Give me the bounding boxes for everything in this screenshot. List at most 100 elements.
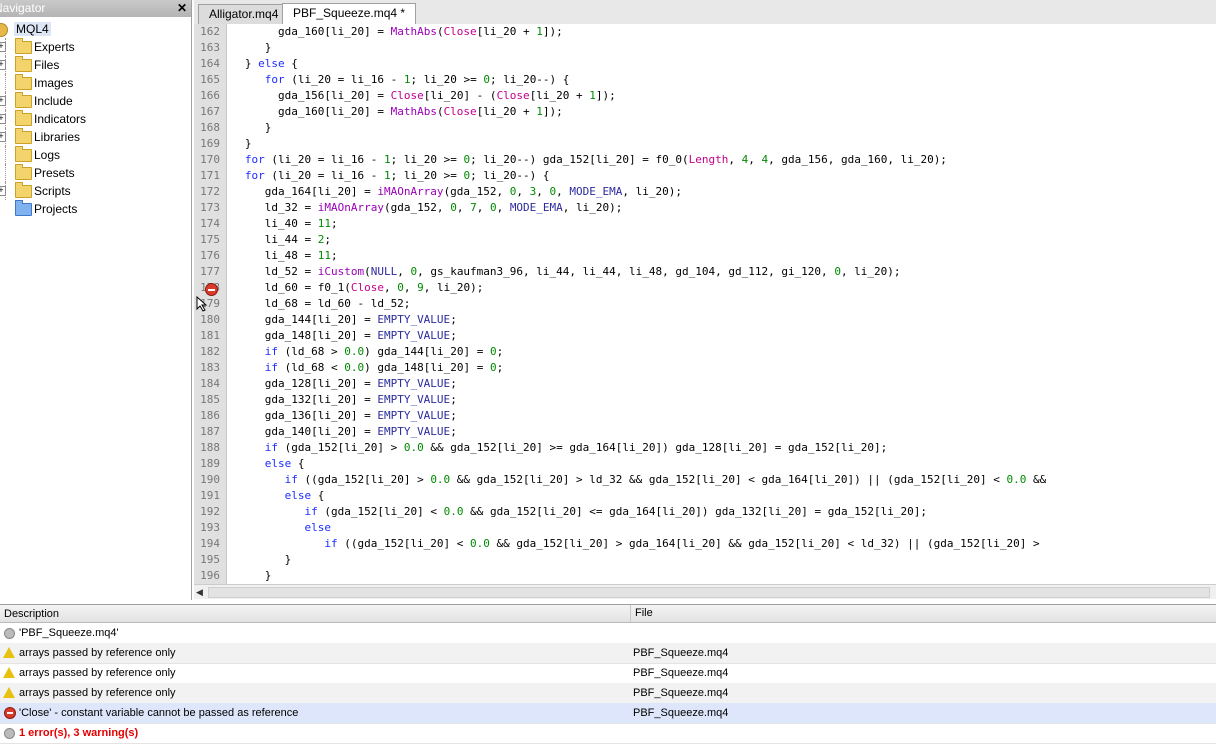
horizontal-scrollbar[interactable]: ◀ — [194, 584, 1216, 599]
message-file: PBF_Squeeze.mq4 — [633, 687, 729, 699]
tree-item-label: Images — [34, 76, 74, 90]
tree-item-label: Libraries — [34, 130, 81, 144]
code-line[interactable]: else { — [225, 457, 305, 470]
expand-icon[interactable]: + — [0, 114, 6, 124]
code-line[interactable]: } — [225, 121, 272, 134]
code-line[interactable]: } else { — [225, 57, 298, 70]
code-line[interactable]: ld_32 = iMAOnArray(gda_152, 0, 7, 0, MOD… — [225, 201, 623, 214]
code-line[interactable]: if ((gda_152[li_20] < 0.0 && gda_152[li_… — [225, 537, 1039, 550]
code-line[interactable]: li_48 = 11; — [225, 249, 338, 262]
code-line[interactable]: for (li_20 = li_16 - 1; li_20 >= 0; li_2… — [225, 153, 947, 166]
code-line[interactable]: else — [225, 521, 331, 534]
code-line[interactable]: ld_60 = f0_1(Close, 0, 9, li_20); — [225, 281, 484, 294]
code-line[interactable]: if ((gda_152[li_20] > 0.0 && gda_152[li_… — [225, 473, 1047, 486]
code-line[interactable]: if (gda_152[li_20] > 0.0 && gda_152[li_2… — [225, 441, 888, 454]
tree-root-mql4[interactable]: MQL4 — [0, 20, 188, 38]
expand-icon[interactable]: + — [0, 186, 6, 196]
code-line[interactable]: gda_144[li_20] = EMPTY_VALUE; — [225, 313, 457, 326]
tree-item-scripts[interactable]: + Scripts — [0, 182, 188, 200]
code-line[interactable]: } — [225, 137, 252, 150]
code-line[interactable]: if (ld_68 < 0.0) gda_148[li_20] = 0; — [225, 361, 503, 374]
expand-icon[interactable]: + — [0, 42, 6, 52]
scrollbar-thumb[interactable] — [208, 587, 1210, 598]
warning-triangle-icon — [3, 647, 15, 658]
message-row-selected[interactable]: 'Close' - constant variable cannot be pa… — [0, 703, 1216, 724]
code-line[interactable]: } — [225, 553, 292, 566]
line-number: 173 — [200, 201, 220, 214]
code-line[interactable]: for (li_20 = li_16 - 1; li_20 >= 0; li_2… — [225, 73, 570, 86]
line-number: 196 — [200, 569, 220, 582]
tree-item-presets[interactable]: Presets — [0, 164, 188, 182]
tree-item-files[interactable]: + Files — [0, 56, 188, 74]
message-description: 'PBF_Squeeze.mq4' — [19, 627, 119, 639]
navigator-title: Navigator — [0, 1, 46, 15]
navigator-tree: MQL4 + Experts + Files Images + Include + In… — [0, 20, 188, 218]
line-number: 194 — [200, 537, 220, 550]
tab-alligator[interactable]: Alligator.mq4 — [198, 4, 290, 24]
tree-item-experts[interactable]: + Experts — [0, 38, 188, 56]
line-number: 186 — [200, 409, 220, 422]
folder-icon — [15, 110, 32, 126]
summary-row: 1 error(s), 3 warning(s) — [0, 723, 1216, 744]
code-editor[interactable]: 162 163 164 165 166 167 168 169 170 171 172 173 174 1… — [194, 24, 1216, 584]
code-line[interactable]: ld_68 = ld_60 - ld_52; — [225, 297, 411, 310]
tree-item-include[interactable]: + Include — [0, 92, 188, 110]
code-line[interactable]: gda_160[li_20] = MathAbs(Close[li_20 + 1… — [225, 25, 563, 38]
line-number: 189 — [200, 457, 220, 470]
code-line[interactable]: ld_52 = iCustom(NULL, 0, gs_kaufman3_96,… — [225, 265, 901, 278]
column-header-description[interactable]: Description — [4, 608, 59, 620]
code-line[interactable]: if (ld_68 > 0.0) gda_144[li_20] = 0; — [225, 345, 503, 358]
line-number: 165 — [200, 73, 220, 86]
tree-item-logs[interactable]: Logs — [0, 146, 188, 164]
tree-item-label: Projects — [34, 202, 78, 216]
code-line[interactable]: li_40 = 11; — [225, 217, 338, 230]
code-line[interactable]: } — [225, 41, 272, 54]
line-number: 172 — [200, 185, 220, 198]
line-number: 195 — [200, 553, 220, 566]
code-line[interactable]: if (gda_152[li_20] < 0.0 && gda_152[li_2… — [225, 505, 927, 518]
close-icon[interactable]: ✕ — [177, 0, 187, 17]
folder-icon — [15, 200, 32, 216]
tree-item-label: Files — [34, 58, 60, 72]
toolbox-header: Description File — [0, 605, 1216, 623]
expand-icon[interactable]: + — [0, 132, 6, 142]
tree-item-label: Presets — [34, 166, 75, 180]
tree-item-libraries[interactable]: + Libraries — [0, 128, 188, 146]
line-number: 168 — [200, 121, 220, 134]
code-line[interactable]: gda_128[li_20] = EMPTY_VALUE; — [225, 377, 457, 390]
code-line[interactable]: gda_156[li_20] = Close[li_20] - (Close[l… — [225, 89, 616, 102]
code-line[interactable]: gda_160[li_20] = MathAbs(Close[li_20 + 1… — [225, 105, 563, 118]
mql4-root-icon — [0, 23, 8, 37]
mouse-cursor-icon — [196, 296, 208, 312]
tree-item-indicators[interactable]: + Indicators — [0, 110, 188, 128]
tab-pbf-squeeze[interactable]: PBF_Squeeze.mq4 * — [282, 3, 417, 25]
message-row[interactable]: arrays passed by reference only PBF_Sque… — [0, 663, 1216, 684]
code-line[interactable]: for (li_20 = li_16 - 1; li_20 >= 0; li_2… — [225, 169, 550, 182]
line-number: 177 — [200, 265, 220, 278]
expand-icon[interactable]: + — [0, 96, 6, 106]
folder-icon — [15, 74, 32, 90]
line-number: 182 — [200, 345, 220, 358]
code-line[interactable]: gda_132[li_20] = EMPTY_VALUE; — [225, 393, 457, 406]
line-number: 187 — [200, 425, 220, 438]
line-number: 167 — [200, 105, 220, 118]
code-line[interactable]: } — [225, 569, 272, 582]
tree-item-images[interactable]: Images — [0, 74, 188, 92]
editor-tab-bar: Alligator.mq4 PBF_Squeeze.mq4 * — [194, 0, 1216, 25]
tree-item-projects[interactable]: Projects — [0, 200, 188, 218]
message-row[interactable]: 'PBF_Squeeze.mq4' — [0, 623, 1216, 644]
expand-icon[interactable]: + — [0, 60, 6, 70]
code-line[interactable]: gda_136[li_20] = EMPTY_VALUE; — [225, 409, 457, 422]
line-number: 192 — [200, 505, 220, 518]
message-row[interactable]: arrays passed by reference only PBF_Sque… — [0, 683, 1216, 704]
code-line[interactable]: gda_148[li_20] = EMPTY_VALUE; — [225, 329, 457, 342]
code-line[interactable]: gda_140[li_20] = EMPTY_VALUE; — [225, 425, 457, 438]
message-row[interactable]: arrays passed by reference only PBF_Sque… — [0, 643, 1216, 664]
column-header-file[interactable]: File — [630, 605, 653, 622]
code-line[interactable]: gda_164[li_20] = iMAOnArray(gda_152, 0, … — [225, 185, 682, 198]
code-line[interactable]: else { — [225, 489, 325, 502]
line-number: 176 — [200, 249, 220, 262]
error-summary: 1 error(s), 3 warning(s) — [19, 727, 139, 739]
scroll-left-icon[interactable]: ◀ — [196, 587, 203, 598]
code-line[interactable]: li_44 = 2; — [225, 233, 331, 246]
